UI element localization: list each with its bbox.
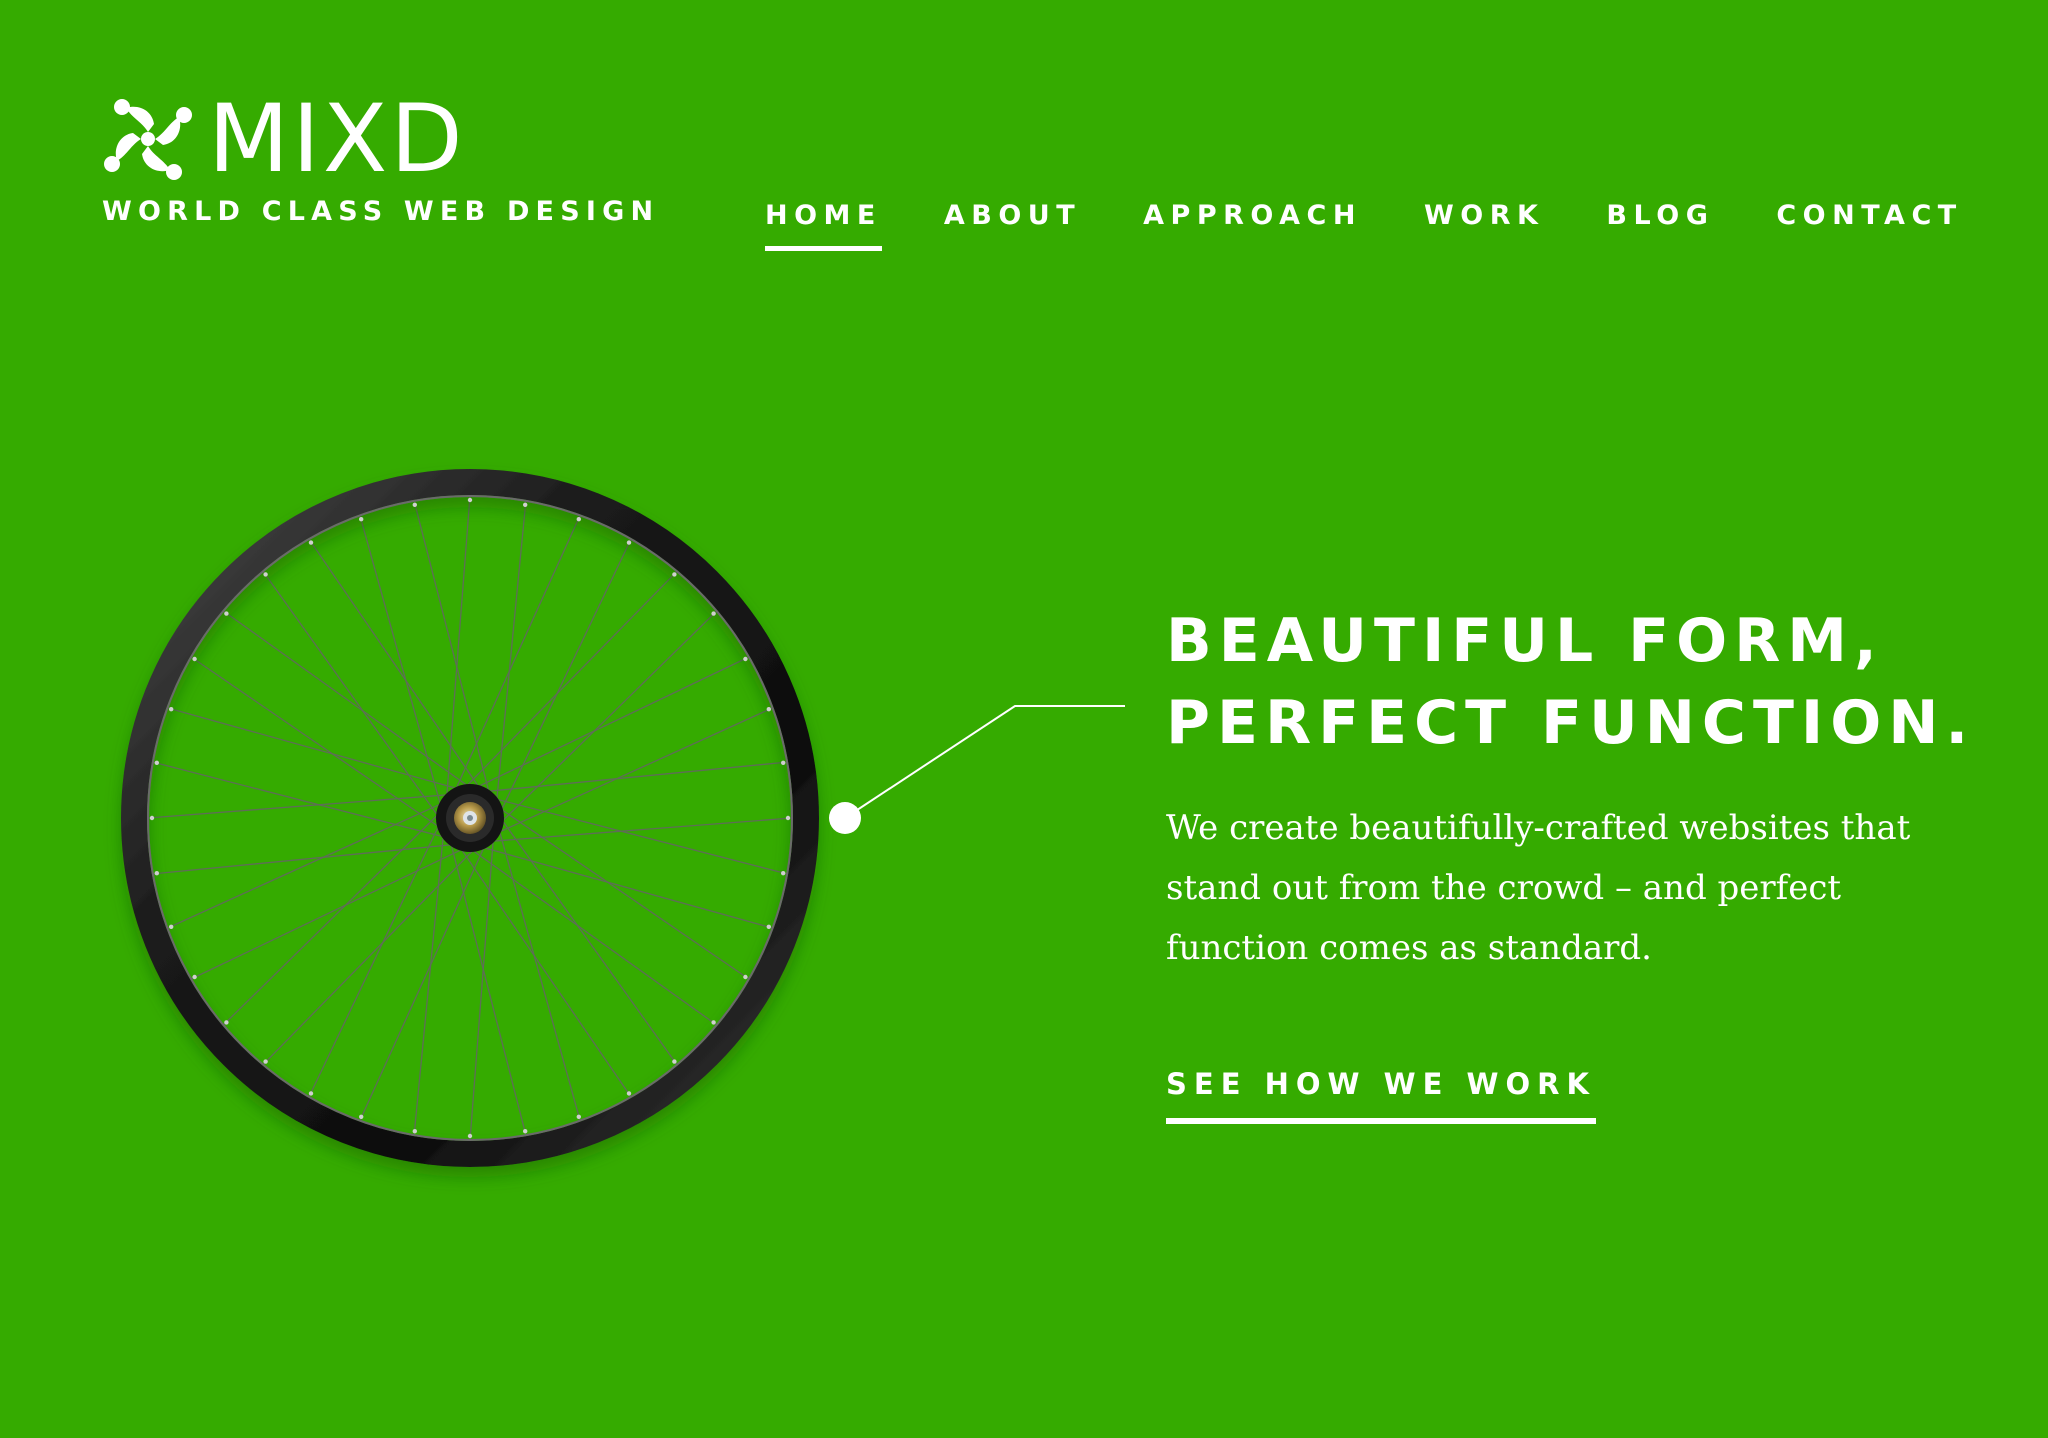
hero-description: We create beautifully-crafted websites t… <box>1166 808 1911 968</box>
main-nav: HOME ABOUT APPROACH WORK BLOG CONTACT <box>765 196 1963 260</box>
brand-tagline: WORLD CLASS WEB DESIGN <box>102 196 660 227</box>
site-header: MIXD WORLD CLASS WEB DESIGN HOME ABOUT A… <box>0 0 2048 280</box>
nav-item-approach[interactable]: APPROACH <box>1143 196 1362 260</box>
brand-name: MIXD <box>208 85 466 194</box>
wheel-hub <box>436 784 504 852</box>
nav-item-home[interactable]: HOME <box>765 196 882 260</box>
nav-item-blog[interactable]: BLOG <box>1606 196 1714 260</box>
hero-content: BEAUTIFUL FORM, PERFECT FUNCTION. We cre… <box>1166 600 1986 978</box>
hero-title: BEAUTIFUL FORM, PERFECT FUNCTION. <box>1166 600 1986 764</box>
see-how-we-work-link[interactable]: SEE HOW WE WORK <box>1166 1064 1596 1124</box>
nav-item-contact[interactable]: CONTACT <box>1776 196 1962 260</box>
nav-item-about[interactable]: ABOUT <box>944 196 1081 260</box>
hero-title-line1: BEAUTIFUL FORM, <box>1166 606 1884 676</box>
nav-item-work[interactable]: WORK <box>1424 196 1544 260</box>
hero-title-line2: PERFECT FUNCTION. <box>1166 688 1976 758</box>
pinwheel-logo-icon <box>104 99 192 180</box>
bicycle-wheel-illustration <box>100 450 860 1210</box>
site-logo[interactable]: MIXD WORLD CLASS WEB DESIGN <box>102 90 653 236</box>
